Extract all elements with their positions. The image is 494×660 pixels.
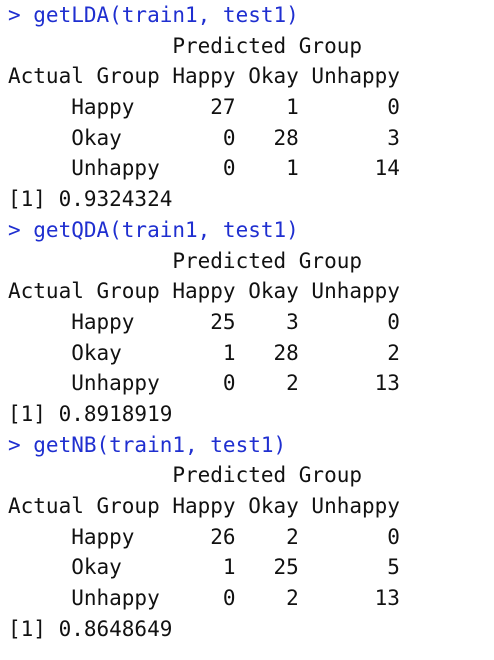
- console-output-line: Okay 1 28 2: [8, 340, 400, 365]
- console-output-line: Happy 27 1 0: [8, 95, 400, 120]
- console-output-line: Actual Group Happy Okay Unhappy: [8, 279, 400, 304]
- console-output-line: Happy 25 3 0: [8, 309, 400, 334]
- console-output-line: Predicted Group: [8, 33, 363, 58]
- console-output-line: Happy 26 2 0: [8, 524, 400, 549]
- console-output-line: Actual Group Happy Okay Unhappy: [8, 64, 400, 89]
- console-output-line: Unhappy 0 1 14: [8, 156, 400, 181]
- console-output-line: Actual Group Happy Okay Unhappy: [8, 494, 400, 518]
- console-command-line: > getLDA(train1, test1): [8, 3, 299, 27]
- console-command-line: > getQDA(train1, test1): [8, 217, 299, 242]
- console-output-line: Unhappy 0 2 13: [8, 371, 400, 396]
- console-output-line: Okay 0 28 3: [8, 125, 400, 150]
- console-output-line: [1] 0.9324324: [8, 187, 173, 212]
- console-command-line: > getNB(train1, test1): [8, 432, 287, 457]
- console-output-line: [1] 0.8918919: [8, 401, 173, 426]
- console-output-line: Okay 1 25 5: [8, 555, 400, 580]
- console-output-line: [1] 0.8648649: [8, 616, 173, 641]
- console-output-line: Predicted Group: [8, 463, 363, 488]
- console-output-line: Predicted Group: [8, 248, 363, 273]
- r-console-output[interactable]: > getLDA(train1, test1) Predicted Group A…: [8, 0, 488, 644]
- console-output-line: Unhappy 0 2 13: [8, 586, 400, 611]
